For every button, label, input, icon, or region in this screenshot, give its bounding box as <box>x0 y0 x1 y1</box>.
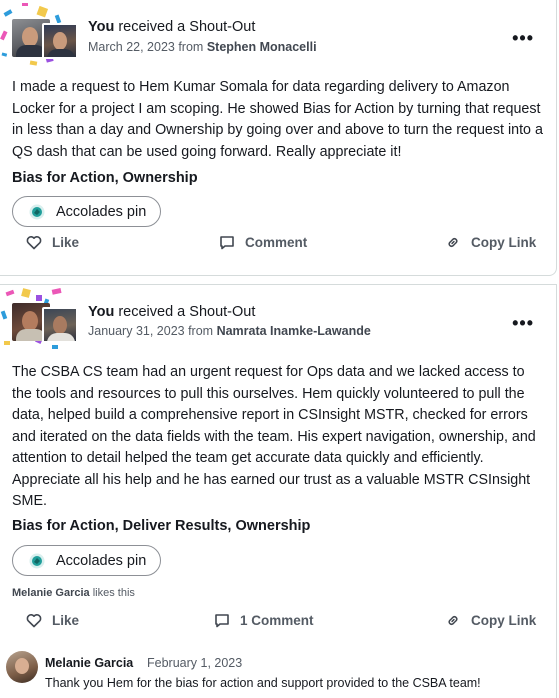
title-bold: You <box>88 304 115 320</box>
sender-link[interactable]: Namrata Inamke-Lawande <box>217 324 371 338</box>
like-button[interactable]: Like <box>26 235 79 250</box>
copy-link-button[interactable]: Copy Link <box>445 235 536 250</box>
avatar[interactable] <box>42 307 78 343</box>
shout-out-title: You received a Shout-Out <box>88 19 255 35</box>
accolades-pin-button[interactable]: Accolades pin <box>12 196 162 227</box>
more-options-button[interactable]: ••• <box>512 314 534 332</box>
avatar-group <box>12 17 80 61</box>
avatar-group <box>12 301 80 345</box>
more-options-button[interactable]: ••• <box>512 29 534 47</box>
comment-label: Comment <box>245 235 308 250</box>
copy-link-button[interactable]: Copy Link <box>445 613 536 628</box>
comment-button[interactable]: Comment <box>219 235 307 250</box>
title-bold: You <box>88 19 115 35</box>
comment-label: 1 Comment <box>240 613 314 628</box>
likes-suffix: likes this <box>89 587 135 599</box>
pin-icon <box>29 204 45 219</box>
pin-label: Accolades pin <box>56 203 147 220</box>
comment-date: February 1, 2023 <box>147 656 243 670</box>
post-body: I made a request to Hem Kumar Somala for… <box>12 79 543 160</box>
title-rest: received a Shout-Out <box>114 19 256 35</box>
post-actions: Like Comment Copy Link <box>0 235 557 259</box>
post-body: The CSBA CS team had an urgent request f… <box>12 364 536 509</box>
avatar[interactable] <box>42 23 78 59</box>
title-rest: received a Shout-Out <box>114 304 256 320</box>
copy-link-label: Copy Link <box>471 613 537 628</box>
from-label: from <box>184 324 217 338</box>
like-label: Like <box>52 235 80 250</box>
comment-text: Thank you Hem for the bias for action an… <box>45 676 481 690</box>
copy-link-label: Copy Link <box>471 235 537 250</box>
shout-out-title: You received a Shout-Out <box>88 304 255 320</box>
comment-icon <box>220 236 234 250</box>
shout-out-meta: January 31, 2023 from Namrata Inamke-Law… <box>88 324 371 338</box>
shout-out-card: You received a Shout-Out January 31, 202… <box>0 284 557 698</box>
comment-button[interactable]: 1 Comment <box>214 613 314 628</box>
like-label: Like <box>52 613 80 628</box>
liker-name[interactable]: Melanie Garcia <box>12 587 90 599</box>
from-label: from <box>174 40 207 54</box>
heart-icon <box>26 614 42 628</box>
post-date: January 31, 2023 <box>88 324 185 338</box>
post-actions: Like 1 Comment Copy Link <box>0 613 557 637</box>
comment-avatar[interactable] <box>6 651 38 683</box>
heart-icon <box>26 236 42 250</box>
shout-out-card: You received a Shout-Out March 22, 2023 … <box>0 0 557 276</box>
shout-out-meta: March 22, 2023 from Stephen Monacelli <box>88 40 317 54</box>
sender-link[interactable]: Stephen Monacelli <box>207 40 317 54</box>
accolades-pin-button[interactable]: Accolades pin <box>12 545 162 576</box>
comment-author[interactable]: Melanie Garcia <box>45 656 133 670</box>
leadership-principles: Bias for Action, Deliver Results, Owners… <box>12 518 311 534</box>
like-button[interactable]: Like <box>26 613 79 628</box>
pin-icon <box>29 553 45 568</box>
leadership-principles: Bias for Action, Ownership <box>12 170 198 186</box>
comment-icon <box>215 614 229 628</box>
link-icon <box>448 616 458 625</box>
link-icon <box>448 238 458 247</box>
post-date: March 22, 2023 <box>88 40 175 54</box>
likes-summary: Melanie Garcia likes this <box>12 587 135 599</box>
pin-label: Accolades pin <box>56 552 147 569</box>
